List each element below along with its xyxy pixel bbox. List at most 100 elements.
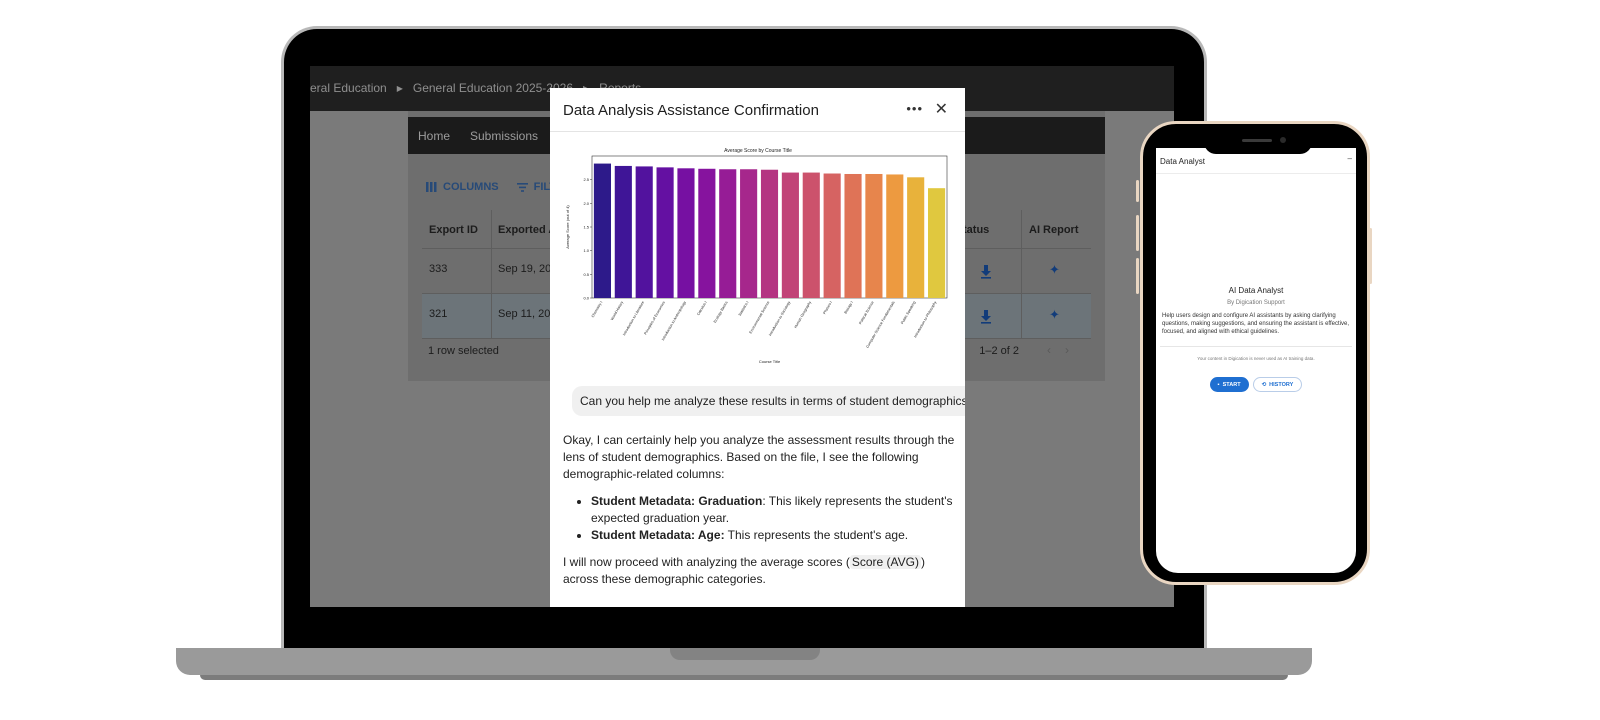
chart-bar [698, 168, 716, 298]
start-button[interactable]: ▪ START [1209, 377, 1249, 392]
close-icon[interactable]: ✕ [935, 99, 948, 119]
exported-at-cell: Sep 11, 202 [498, 308, 557, 320]
x-tick-label: Human Geography [793, 300, 812, 328]
start-label: START [1222, 381, 1241, 388]
chevron-right-icon: ▶ [396, 83, 403, 93]
assistant-name: AI Data Analyst [1228, 286, 1284, 295]
x-tick-label: Biology I [844, 301, 854, 315]
ai-sparkle-icon[interactable]: ✦ [1049, 307, 1060, 323]
exported-at-cell: Sep 19, 202 [498, 263, 558, 275]
chart-bar [635, 166, 653, 298]
ai-sparkle-icon[interactable]: ✦ [1049, 262, 1060, 278]
x-tick-label: Principles of Economics [643, 300, 666, 335]
chart-bar [865, 173, 883, 298]
minimize-icon[interactable]: – [1348, 154, 1352, 163]
chart-bar [677, 168, 695, 298]
selection-count: 1 row selected [428, 345, 499, 357]
more-horizontal-icon[interactable]: ••• [906, 101, 923, 116]
bar-chart: Average Score by Course Title 0.0 0.5 1.0 1… [562, 146, 954, 368]
chart-bar [823, 173, 841, 298]
chart-bar [907, 177, 925, 298]
chart-bar [614, 165, 632, 298]
phone-actions: ▪ START ⟲ HISTORY [1156, 377, 1356, 392]
column-divider [1021, 210, 1022, 248]
nav-item-submissions[interactable]: Submissions [470, 129, 538, 143]
x-tick-label: Public Speaking [900, 301, 916, 325]
assistant-by-line: By Digication Support [1227, 300, 1285, 306]
speaker [1242, 139, 1272, 142]
pagination-arrows: ‹› [1047, 343, 1083, 357]
x-tick-label: Statistics I [738, 301, 750, 317]
list-item-text: This represents the student's age. [724, 528, 909, 542]
chart-bar [844, 173, 862, 298]
assistant-description: Help users design and configure AI assis… [1162, 313, 1349, 335]
laptop-notch [670, 648, 820, 660]
y-tick-label: 2.0 [583, 201, 589, 206]
x-tick-label: Introduction to Philosophy [913, 300, 937, 338]
chart-title: Average Score by Course Title [724, 148, 792, 154]
columns-icon [426, 182, 437, 192]
y-tick-label: 2.5 [583, 177, 589, 182]
x-tick-label: Chemistry I [591, 300, 604, 318]
list-item-bold: Student Metadata: Age: [591, 528, 725, 542]
y-tick-label: 1.0 [583, 248, 589, 253]
reply-outro-text: I will now proceed with analyzing the av… [563, 555, 850, 569]
column-header-ai-report[interactable]: AI Report [1029, 224, 1079, 236]
reply-intro: Okay, I can certainly help you analyze t… [563, 433, 955, 481]
nav-item-home[interactable]: Home [418, 129, 450, 143]
column-header-export-id[interactable]: Export ID [429, 224, 478, 236]
chat-icon: ▪ [1217, 381, 1220, 388]
chart-bar [802, 172, 820, 298]
breadcrumb-item[interactable]: eral Education [310, 81, 387, 95]
download-icon[interactable] [980, 310, 992, 324]
y-axis-label: Average Score (out of 4) [565, 205, 570, 249]
laptop-base-shadow [200, 675, 1288, 680]
dialog-header: Data Analysis Assistance Confirmation ••… [550, 88, 965, 132]
x-tick-label: Environmental Science [749, 301, 771, 335]
filter-icon [516, 182, 528, 192]
history-button[interactable]: ⟲ HISTORY [1252, 377, 1303, 392]
phone-screen: Data Analyst – AI Data Analyst By Digica… [1156, 148, 1356, 573]
column-header-status[interactable]: tatus [963, 224, 989, 236]
export-id-cell: 333 [429, 263, 448, 275]
chevron-right-icon[interactable]: › [1065, 343, 1083, 357]
assistant-message: Okay, I can certainly help you analyze t… [563, 432, 955, 598]
user-message: Can you help me analyze these results in… [572, 386, 965, 416]
chart-bar [927, 188, 946, 298]
pagination-label: 1–2 of 2 [979, 345, 1019, 357]
export-id-cell: 321 [429, 308, 448, 320]
reply-list: Student Metadata: Graduation: This likel… [591, 493, 955, 544]
chart-bar [740, 169, 758, 298]
columns-button[interactable]: COLUMNS [426, 181, 499, 193]
reply-outro: I will now proceed with analyzing the av… [563, 554, 955, 588]
column-divider [491, 210, 492, 248]
column-header-exported-at[interactable]: Exported A [498, 224, 556, 236]
phone-header-title: Data Analyst [1160, 157, 1205, 166]
phone-frame: Data Analyst – AI Data Analyst By Digica… [1140, 121, 1370, 585]
x-tick-label: Introduction to Literature [622, 301, 645, 337]
grid-toolbar: COLUMNS FILT [426, 181, 556, 193]
phone-notch [1204, 132, 1312, 154]
x-tick-label: Calculus I [696, 301, 707, 317]
download-icon[interactable] [980, 265, 992, 279]
phone-side-button [1136, 180, 1139, 202]
inline-code: Score (AVG) [849, 555, 921, 569]
column-divider [491, 294, 492, 338]
breadcrumb-item[interactable]: General Education 2025-2026 [413, 81, 573, 95]
chart-bar [656, 167, 674, 298]
chevron-left-icon[interactable]: ‹ [1047, 343, 1065, 357]
privacy-note: Your content in Digication is never used… [1197, 356, 1315, 361]
x-tick-label: Introduction to Sociology [768, 300, 791, 336]
chart-bar [719, 169, 737, 298]
list-item: Student Metadata: Graduation: This likel… [591, 493, 955, 527]
chart-bar [781, 172, 799, 298]
divider [1160, 346, 1352, 347]
x-tick-label: Political Science [858, 301, 875, 326]
x-tick-label: World History [610, 300, 624, 321]
column-divider [1021, 249, 1022, 293]
camera [1280, 137, 1286, 143]
x-axis-label: Course Title [759, 359, 781, 364]
list-item-bold: Student Metadata: Graduation [591, 494, 763, 508]
x-tick-label: Introduction to Anthropology [661, 300, 687, 341]
chart-canvas: 0.0 0.5 1.0 1.5 2.0 2.5 Average Score (out of … [565, 155, 948, 364]
